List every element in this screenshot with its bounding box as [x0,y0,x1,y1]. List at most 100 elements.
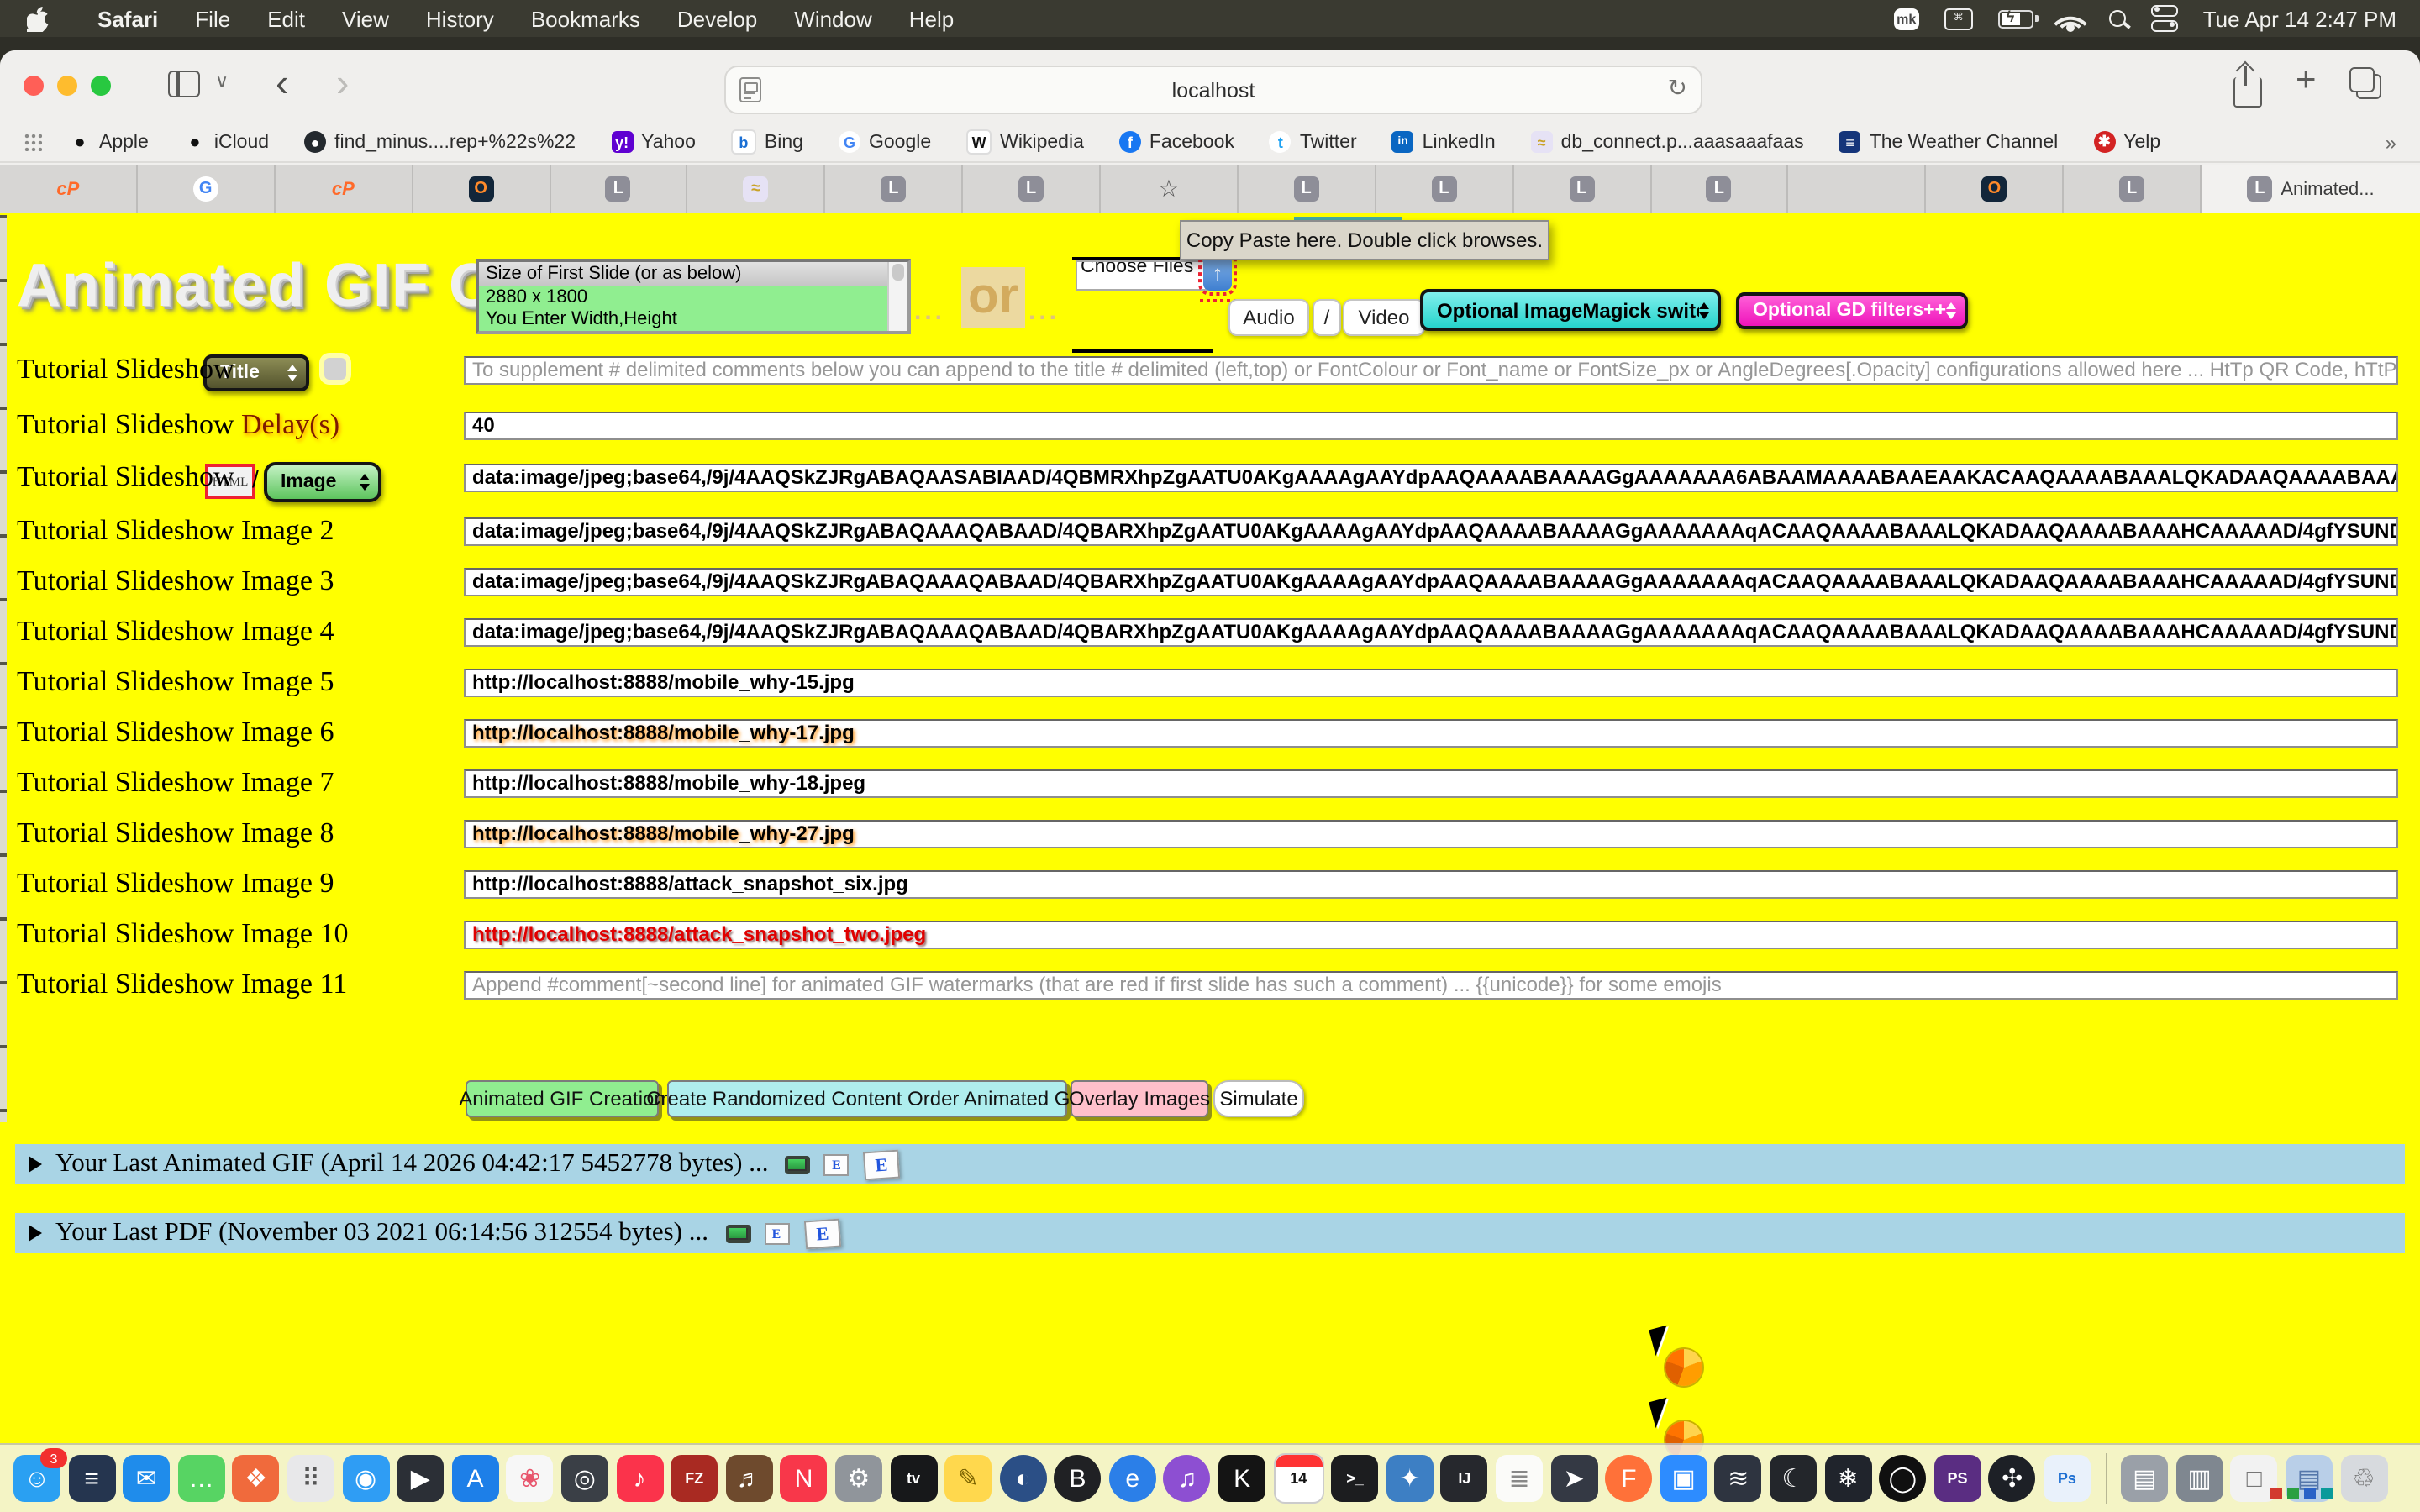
dock-icon-obs[interactable]: ◯ [1879,1455,1926,1502]
dock-icon-stickies[interactable]: ✎ [944,1455,992,1502]
menubar-app-icon[interactable]: mk [1894,8,1919,29]
dock-icon-finder[interactable]: ☺3 [13,1455,60,1502]
bookmarks-overflow-chevron[interactable]: » [2386,130,2396,154]
listbox-option-2[interactable]: 2880 x 1800 [479,285,887,307]
row-input-11[interactable]: http://localhost:8888/attack_snapshot_si… [464,870,2398,899]
dock-icon-stack-downloads[interactable]: ▤ [2121,1455,2168,1502]
bookmark-item-the-weather-channel[interactable]: ≡The Weather Channel [1839,131,2059,153]
dock-icon-mission-app[interactable]: ❖ [233,1455,280,1502]
menu-item-file[interactable]: File [176,6,249,31]
row-input-3[interactable]: data:image/jpeg;base64,/9j/4AAQSkZJRgABA… [464,464,2398,492]
dock-icon-messages[interactable]: … [178,1455,225,1502]
dock-icon-photoshop[interactable]: Ps [2044,1455,2091,1502]
action-button-animated-gif-creation[interactable]: Animated GIF Creation [466,1080,659,1117]
menu-item-help[interactable]: Help [891,6,973,31]
apple-menu-icon[interactable] [27,6,49,31]
tab-14[interactable] [1789,165,1927,213]
bookmark-item-wikipedia[interactable]: WWikipedia [966,129,1084,155]
tab-7[interactable]: L [826,165,964,213]
zoom-window-button[interactable] [91,76,111,96]
bookmark-item-bing[interactable]: bBing [731,129,803,155]
minimize-window-button[interactable] [57,76,77,96]
dock-icon-garageband[interactable]: ♬ [725,1455,772,1502]
control-center-icon[interactable] [2151,5,2178,32]
bookmark-item-facebook[interactable]: fFacebook [1119,131,1234,153]
reader-icon[interactable] [739,77,761,102]
dock-icon-app-store[interactable]: A [452,1455,499,1502]
dock-icon-photos[interactable]: ❀ [507,1455,554,1502]
tab-6[interactable]: ≈ [688,165,826,213]
row-input-13[interactable]: Append #comment[~second line] for animat… [464,971,2398,1000]
dock-icon-dark-app[interactable]: ≡ [68,1455,115,1502]
wifi-icon[interactable] [2059,9,2084,28]
dock-icon-textedit[interactable]: ≣ [1496,1455,1543,1502]
keyboard-viewer-icon[interactable]: ⌘ [1944,8,1973,29]
menu-item-view[interactable]: View [324,6,408,31]
dock-icon-launchpad[interactable]: ⠿ [287,1455,334,1502]
dock-icon-terminal[interactable]: >_ [1332,1455,1379,1502]
bookmark-item-yelp[interactable]: ✱Yelp [2093,131,2160,153]
imagemagick-switches-dropdown[interactable]: Optional ImageMagick switches ... [1420,289,1721,331]
dock-icon-black-app[interactable]: K [1218,1455,1265,1502]
dock-icon-trash[interactable]: ♲ [2340,1455,2387,1502]
tab-1[interactable]: cP [0,165,138,213]
bookmark-item-google[interactable]: GGoogle [839,131,931,153]
bookmark-item-apple[interactable]: ●Apple [69,131,149,153]
sidebar-toggle-icon[interactable] [168,71,200,97]
row-input-10[interactable]: http://localhost:8888/mobile_why-27.jpg [464,820,2398,848]
bookmark-item-icloud[interactable]: ●iCloud [184,131,269,153]
tab-3[interactable]: cP [276,165,413,213]
tab-4[interactable]: O [413,165,550,213]
menu-item-history[interactable]: History [408,6,513,31]
choose-files-input[interactable]: Choose Files [1076,260,1207,291]
dock-icon-podcasts[interactable]: ♫ [1164,1455,1211,1502]
dock-icon-blue-round-app[interactable]: ◐ [999,1455,1046,1502]
action-button-create-randomized-content-order-animated-gif[interactable]: Create Randomized Content Order Animated… [667,1080,1067,1117]
tab-17-active[interactable]: LAnimated... [2202,165,2420,213]
image-mode-dropdown[interactable]: Image [264,462,381,502]
email-large-icon[interactable]: E [803,1218,840,1249]
dock-icon-music[interactable]: ♪ [616,1455,663,1502]
tab-15[interactable]: O [1927,165,2065,213]
address-bar[interactable]: localhost ↻ [724,66,1702,114]
dock-icon-calendar[interactable]: 14 [1273,1453,1323,1504]
dock-icon-edge[interactable]: e [1109,1455,1156,1502]
dock-icon-photo-booth[interactable]: ◎ [561,1455,608,1502]
dock-icon-tv[interactable]: tv [890,1455,937,1502]
back-button[interactable]: ‹ [276,60,288,106]
email-small-icon[interactable]: E [764,1222,789,1244]
row-input-9[interactable]: http://localhost:8888/mobile_why-18.jpeg [464,769,2398,798]
dock-icon-night-app[interactable]: ☾ [1770,1455,1817,1502]
menu-item-bookmarks[interactable]: Bookmarks [513,6,659,31]
row-input-2[interactable]: 40 [464,412,2398,440]
battery-icon[interactable]: ϟ [1998,9,2033,28]
bookmark-item-db-connect-p-aaasaaafaas[interactable]: ≈db_connect.p...aaasaaafaas [1531,131,1804,153]
menu-item-develop[interactable]: Develop [659,6,776,31]
row-input-5[interactable]: data:image/jpeg;base64,/9j/4AAQSkZJRgABA… [464,568,2398,596]
row-input-1[interactable]: To supplement # delimited comments below… [464,356,2398,385]
dock-icon-mail[interactable]: ✉ [123,1455,170,1502]
bookmark-item-find-minus-rep-22s-22[interactable]: ●find_minus....rep+%22s%22 [304,131,576,153]
row-input-8[interactable]: http://localhost:8888/mobile_why-17.jpg [464,719,2398,748]
gif-chip-icon[interactable] [785,1155,810,1173]
dock-icon-phpstorm[interactable]: PS [1934,1455,1981,1502]
menu-item-safari[interactable]: Safari [79,6,176,31]
tab-13[interactable]: L [1651,165,1789,213]
email-small-icon[interactable]: E [823,1153,849,1175]
menu-clock[interactable]: Tue Apr 14 2:47 PM [2203,6,2396,31]
dock-icon-zoom[interactable]: ▣ [1660,1455,1707,1502]
audio-button[interactable]: Audio [1228,299,1309,336]
gif-chip-icon[interactable] [725,1224,750,1242]
listbox-scrollbar[interactable] [887,262,908,331]
tab-9[interactable]: ☆ [1101,165,1239,213]
gd-filters-dropdown[interactable]: Optional GD filters++ ... [1736,292,1968,329]
dock-icon-intellij[interactable]: IJ [1441,1455,1488,1502]
bookmark-item-twitter[interactable]: tTwitter [1270,131,1357,153]
dock-icon-rocket-app[interactable]: ➤ [1550,1455,1597,1502]
tab-11[interactable]: L [1376,165,1514,213]
menu-item-window[interactable]: Window [776,6,891,31]
accordion-bar-2[interactable]: Your Last PDF (November 03 2021 06:14:56… [15,1213,2405,1253]
dock-icon-firefox[interactable]: F [1605,1455,1652,1502]
sidebar-chevron-icon[interactable]: ∨ [215,71,229,92]
video-button[interactable]: Video [1343,299,1425,336]
